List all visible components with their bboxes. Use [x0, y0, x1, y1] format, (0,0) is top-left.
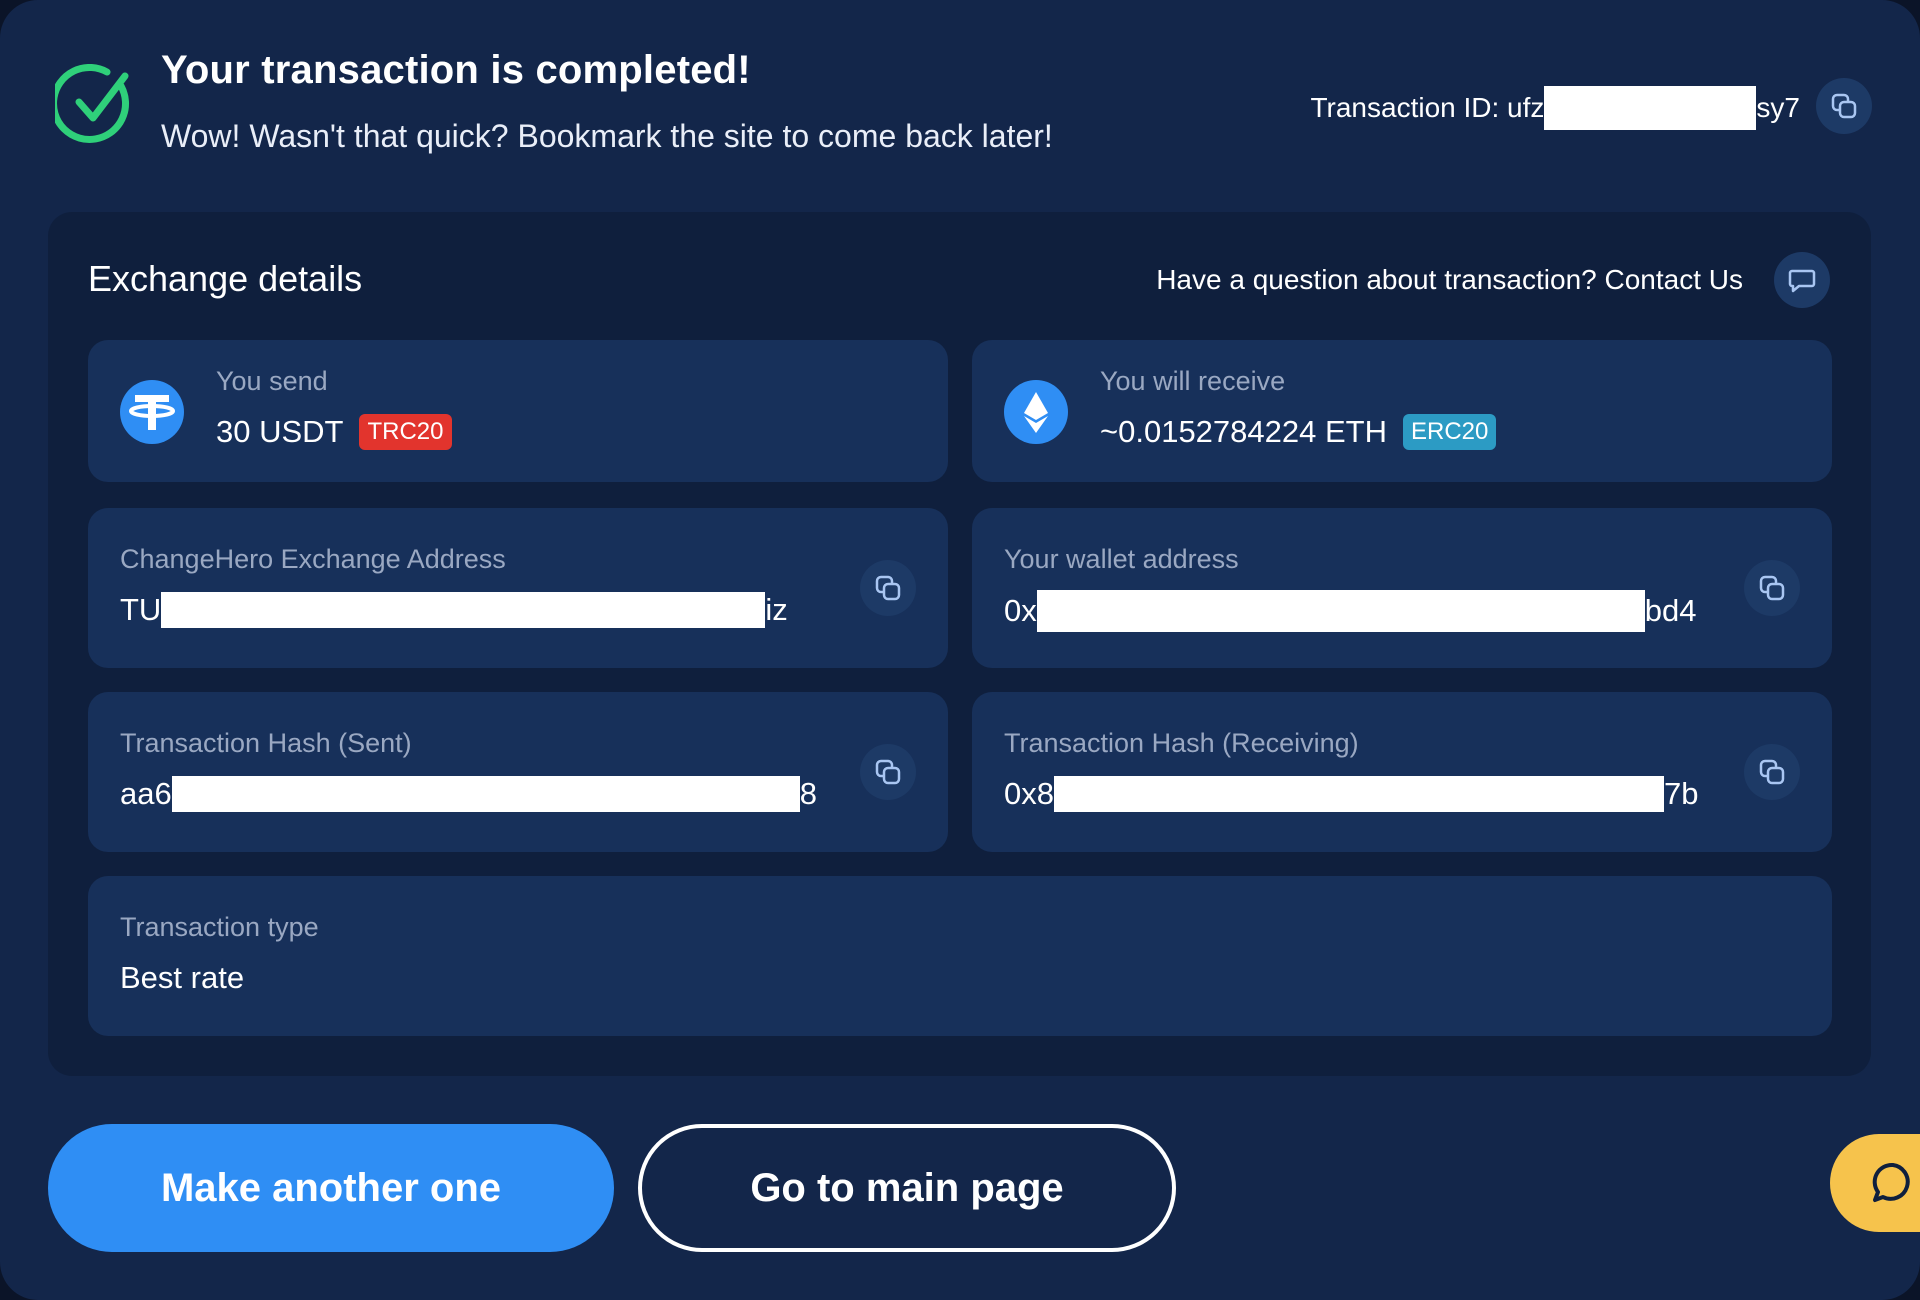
copy-hash-sent-button[interactable]	[860, 744, 916, 800]
copy-exchange-address-button[interactable]	[860, 560, 916, 616]
hash-receiving-suffix: 7b	[1663, 776, 1699, 811]
hash-receiving-prefix: 0x8	[1004, 776, 1054, 811]
wallet-address-prefix: 0x	[1004, 593, 1037, 628]
hash-sent-value: aa6 8	[120, 776, 817, 812]
wallet-address-suffix: bd4	[1644, 593, 1697, 628]
receive-card: You will receive ~0.0152784224 ETH ERC20	[972, 340, 1832, 482]
contact-us-link[interactable]: Have a question about transaction? Conta…	[1156, 264, 1743, 296]
redacted-block	[171, 776, 800, 812]
chat-icon	[1872, 1162, 1910, 1202]
transaction-type-card: Transaction type Best rate	[88, 876, 1832, 1036]
exchange-address-suffix: iz	[765, 592, 788, 627]
redacted-block	[1053, 776, 1664, 812]
go-to-main-page-button[interactable]: Go to main page	[638, 1124, 1176, 1252]
redacted-block	[1544, 86, 1757, 130]
copy-hash-receiving-button[interactable]	[1744, 744, 1800, 800]
wallet-address-card: Your wallet address 0x bd4	[972, 508, 1832, 668]
transaction-type-label: Transaction type	[120, 912, 319, 942]
exchange-address-value: TU iz	[120, 592, 788, 628]
send-network-badge: TRC20	[359, 414, 452, 450]
receive-network-badge: ERC20	[1402, 414, 1497, 450]
transaction-id: Transaction ID: ufz sy7	[1310, 86, 1800, 130]
receive-amount: ~0.0152784224 ETH	[1100, 414, 1387, 449]
contact-chat-button[interactable]	[1774, 252, 1830, 308]
hash-receiving-label: Transaction Hash (Receiving)	[1004, 728, 1359, 758]
wallet-address-value: 0x bd4	[1004, 590, 1696, 632]
exchange-address-label: ChangeHero Exchange Address	[120, 544, 506, 574]
chat-bubble-icon	[1788, 269, 1816, 293]
copy-icon	[875, 575, 901, 601]
exchange-address-prefix: TU	[120, 592, 162, 627]
wallet-address-label: Your wallet address	[1004, 544, 1239, 574]
exchange-address-card: ChangeHero Exchange Address TU iz	[88, 508, 948, 668]
transaction-id-prefix: Transaction ID: ufz	[1310, 92, 1545, 123]
redacted-block	[1036, 590, 1645, 632]
copy-transaction-id-button[interactable]	[1816, 78, 1872, 134]
check-circle-icon	[55, 64, 129, 143]
hash-sent-suffix: 8	[799, 776, 817, 811]
page-title: Your transaction is completed!	[161, 48, 751, 92]
exchange-details-panel: Exchange details Have a question about t…	[48, 212, 1871, 1076]
transaction-complete-page: Your transaction is completed! Wow! Wasn…	[0, 0, 1920, 1300]
send-amount: 30 USDT	[216, 414, 344, 449]
send-label: You send	[216, 366, 328, 396]
receive-amount-row: ~0.0152784224 ETH ERC20	[1100, 414, 1497, 450]
copy-icon	[1831, 93, 1857, 119]
support-chat-button[interactable]	[1830, 1134, 1920, 1232]
hash-sent-card: Transaction Hash (Sent) aa6 8	[88, 692, 948, 852]
page-subtitle: Wow! Wasn't that quick? Bookmark the sit…	[161, 118, 1053, 154]
copy-icon	[1759, 759, 1785, 785]
ethereum-icon	[1004, 380, 1068, 444]
copy-wallet-address-button[interactable]	[1744, 560, 1800, 616]
transaction-id-suffix: sy7	[1756, 92, 1800, 123]
send-amount-row: 30 USDT TRC20	[216, 414, 452, 450]
exchange-details-title: Exchange details	[88, 258, 363, 299]
hash-sent-prefix: aa6	[120, 776, 172, 811]
copy-icon	[1759, 575, 1785, 601]
send-card: You send 30 USDT TRC20	[88, 340, 948, 482]
transaction-type-value: Best rate	[120, 960, 245, 995]
tether-icon	[120, 380, 184, 444]
hash-receiving-card: Transaction Hash (Receiving) 0x8 7b	[972, 692, 1832, 852]
make-another-one-button[interactable]: Make another one	[48, 1124, 614, 1252]
receive-label: You will receive	[1100, 366, 1286, 396]
hash-sent-label: Transaction Hash (Sent)	[120, 728, 412, 758]
copy-icon	[875, 759, 901, 785]
redacted-block	[161, 592, 766, 628]
hash-receiving-value: 0x8 7b	[1004, 776, 1698, 812]
